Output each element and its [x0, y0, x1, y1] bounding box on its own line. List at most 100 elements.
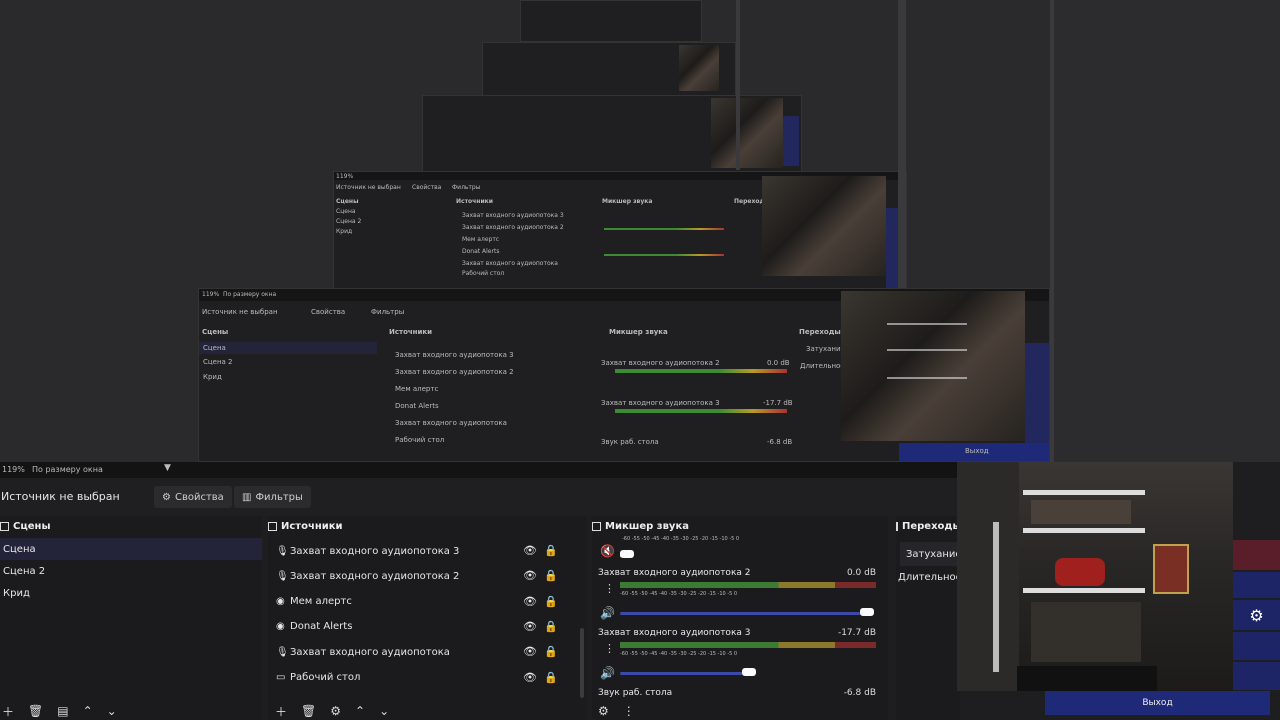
- mixer-channel-name: Захват входного аудиопотока 2: [598, 568, 751, 578]
- zoom-dropdown-icon[interactable]: ▼: [164, 463, 171, 473]
- source-item-label: Захват входного аудиопотока: [290, 646, 450, 658]
- eye-icon[interactable]: 👁: [523, 671, 537, 684]
- kebab-menu-icon[interactable]: ⋮: [604, 642, 615, 655]
- eye-icon[interactable]: 👁: [523, 645, 537, 658]
- transitions-dock: Переходы Затухание Длительность: [896, 516, 973, 720]
- right-panel-tile: [1233, 662, 1280, 690]
- kebab-menu-icon[interactable]: ⋮: [604, 582, 615, 595]
- echo-level-5: [520, 0, 702, 42]
- sources-dock: Источники 🎙 Захват входного аудиопотока 3…: [268, 516, 586, 720]
- add-scene-icon[interactable]: ＋: [2, 703, 14, 720]
- sources-header: Источники: [268, 516, 586, 536]
- mic-icon: 🎙: [276, 545, 289, 557]
- mixer-channel-name: Захват входного аудиопотока 3: [598, 628, 751, 638]
- properties-button[interactable]: ⚙ Свойства: [154, 486, 232, 508]
- lock-icon[interactable]: 🔒: [544, 645, 558, 658]
- transitions-header: Переходы: [896, 516, 962, 536]
- eye-icon[interactable]: 👁: [523, 569, 537, 582]
- volume-slider-knob[interactable]: [620, 550, 634, 558]
- dock-icon: [0, 521, 9, 531]
- muted-speaker-icon[interactable]: 🔇: [600, 544, 615, 558]
- source-settings-icon[interactable]: ⚙: [330, 704, 341, 718]
- audio-meter: [620, 642, 876, 648]
- zoom-mode-select[interactable]: По размеру окна: [32, 465, 103, 474]
- exit-button[interactable]: Выход: [1045, 691, 1270, 715]
- eye-icon[interactable]: 👁: [523, 544, 537, 557]
- settings-tile[interactable]: ⚙: [1233, 600, 1280, 630]
- volume-slider-knob[interactable]: [860, 608, 874, 616]
- source-item-label: Захват входного аудиопотока 2: [290, 570, 460, 582]
- echo-level-3: [422, 95, 802, 173]
- mixer-channel-name: Звук раб. стола: [598, 688, 673, 698]
- mixer-footer: ⚙ ⋮: [592, 702, 888, 720]
- source-item-label: Захват входного аудиопотока 3: [290, 545, 460, 557]
- dock-icon: [592, 521, 601, 531]
- echo-edge-right: [1050, 0, 1280, 462]
- right-panel-tile: [1233, 632, 1280, 660]
- globe-icon: ◉: [276, 621, 285, 633]
- volume-slider[interactable]: [620, 612, 868, 615]
- move-up-icon[interactable]: ⌃: [83, 704, 93, 718]
- move-down-icon[interactable]: ⌄: [107, 704, 117, 718]
- mixer-header: Микшер звука: [592, 516, 888, 536]
- source-item[interactable]: 🎙 Захват входного аудиопотока 👁 🔒: [268, 641, 568, 663]
- lock-icon[interactable]: 🔒: [544, 595, 558, 608]
- source-item-label: Рабочий стол: [290, 672, 361, 683]
- remove-source-icon[interactable]: 🗑: [301, 704, 316, 718]
- echo-level-1: 119% По размеру окна Источник не выбран …: [198, 288, 1050, 462]
- scenes-footer: ＋ 🗑 ▤ ⌃ ⌄: [0, 702, 262, 720]
- scene-filters-icon[interactable]: ▤: [57, 704, 68, 718]
- lock-icon[interactable]: 🔒: [544, 620, 558, 633]
- speaker-icon[interactable]: 🔊: [600, 666, 615, 680]
- echo-level-2: 119% Источник не выбран Свойства Фильтры…: [333, 171, 907, 290]
- kebab-menu-icon[interactable]: ⋮: [623, 704, 635, 718]
- scene-item[interactable]: Крид: [0, 582, 262, 604]
- globe-icon: ◉: [276, 596, 285, 608]
- sources-scrollbar[interactable]: [580, 628, 584, 698]
- lock-icon[interactable]: 🔒: [544, 544, 558, 557]
- gear-icon: ⚙: [162, 491, 171, 503]
- audio-meter: [620, 582, 876, 588]
- right-panel-tile: [1233, 540, 1280, 570]
- eye-icon[interactable]: 👁: [523, 620, 537, 633]
- mixer-dock: Микшер звука 🔇 -60 -55 -50 -45 -40 -35 -…: [592, 516, 888, 720]
- filter-icon: ▥: [242, 491, 252, 503]
- source-item[interactable]: ▭ Рабочий стол 👁 🔒: [268, 667, 568, 689]
- source-item[interactable]: 🎙 Захват входного аудиопотока 2 👁 🔒: [268, 565, 568, 587]
- scene-item[interactable]: Сцена 2: [0, 560, 262, 582]
- mixer-channel-db: -17.7 dB: [837, 628, 876, 638]
- source-item[interactable]: 🎙 Захват входного аудиопотока 3 👁 🔒: [268, 540, 568, 562]
- mic-icon: 🎙: [276, 570, 289, 582]
- filters-button[interactable]: ▥ Фильтры: [234, 486, 311, 508]
- volume-slider[interactable]: [620, 672, 744, 675]
- no-source-label: Источник не выбран: [1, 490, 120, 503]
- move-down-icon[interactable]: ⌄: [379, 704, 389, 718]
- source-item[interactable]: ◉ Мем алертс 👁 🔒: [268, 591, 568, 613]
- monitor-icon: ▭: [276, 672, 286, 683]
- remove-scene-icon[interactable]: 🗑: [28, 704, 43, 718]
- eye-icon[interactable]: 👁: [523, 595, 537, 608]
- lock-icon[interactable]: 🔒: [544, 569, 558, 582]
- lock-icon[interactable]: 🔒: [544, 671, 558, 684]
- echo-edge-mid: [898, 0, 906, 288]
- scene-item[interactable]: Сцена: [0, 538, 262, 560]
- dock-icon: [896, 521, 898, 531]
- mixer-channel-db: -6.8 dB: [843, 688, 876, 698]
- sources-footer: ＋ 🗑 ⚙ ⌃ ⌄: [268, 702, 586, 720]
- mixer-settings-icon[interactable]: ⚙: [598, 704, 609, 718]
- source-toolbar: Источник не выбран ⚙ Свойства ▥ Фильтры: [0, 478, 960, 516]
- echo-level-4: [482, 42, 736, 96]
- zoom-level: 119%: [2, 465, 25, 474]
- mic-icon: 🎙: [276, 646, 289, 658]
- scenes-dock: Сцены Сцена Сцена 2 Крид ＋ 🗑 ▤ ⌃ ⌄: [0, 516, 262, 720]
- source-item[interactable]: ◉ Donat Alerts 👁 🔒: [268, 616, 568, 638]
- source-item-label: Donat Alerts: [290, 621, 353, 633]
- volume-slider-knob[interactable]: [742, 668, 756, 676]
- move-up-icon[interactable]: ⌃: [355, 704, 365, 718]
- camera-preview: [957, 462, 1233, 691]
- preview-status-strip: 119% По размеру окна ▼: [0, 462, 960, 478]
- speaker-icon[interactable]: 🔊: [600, 606, 615, 620]
- gear-icon: ⚙: [1249, 605, 1264, 625]
- echo-edge-mid2: [736, 0, 740, 170]
- add-source-icon[interactable]: ＋: [275, 703, 287, 720]
